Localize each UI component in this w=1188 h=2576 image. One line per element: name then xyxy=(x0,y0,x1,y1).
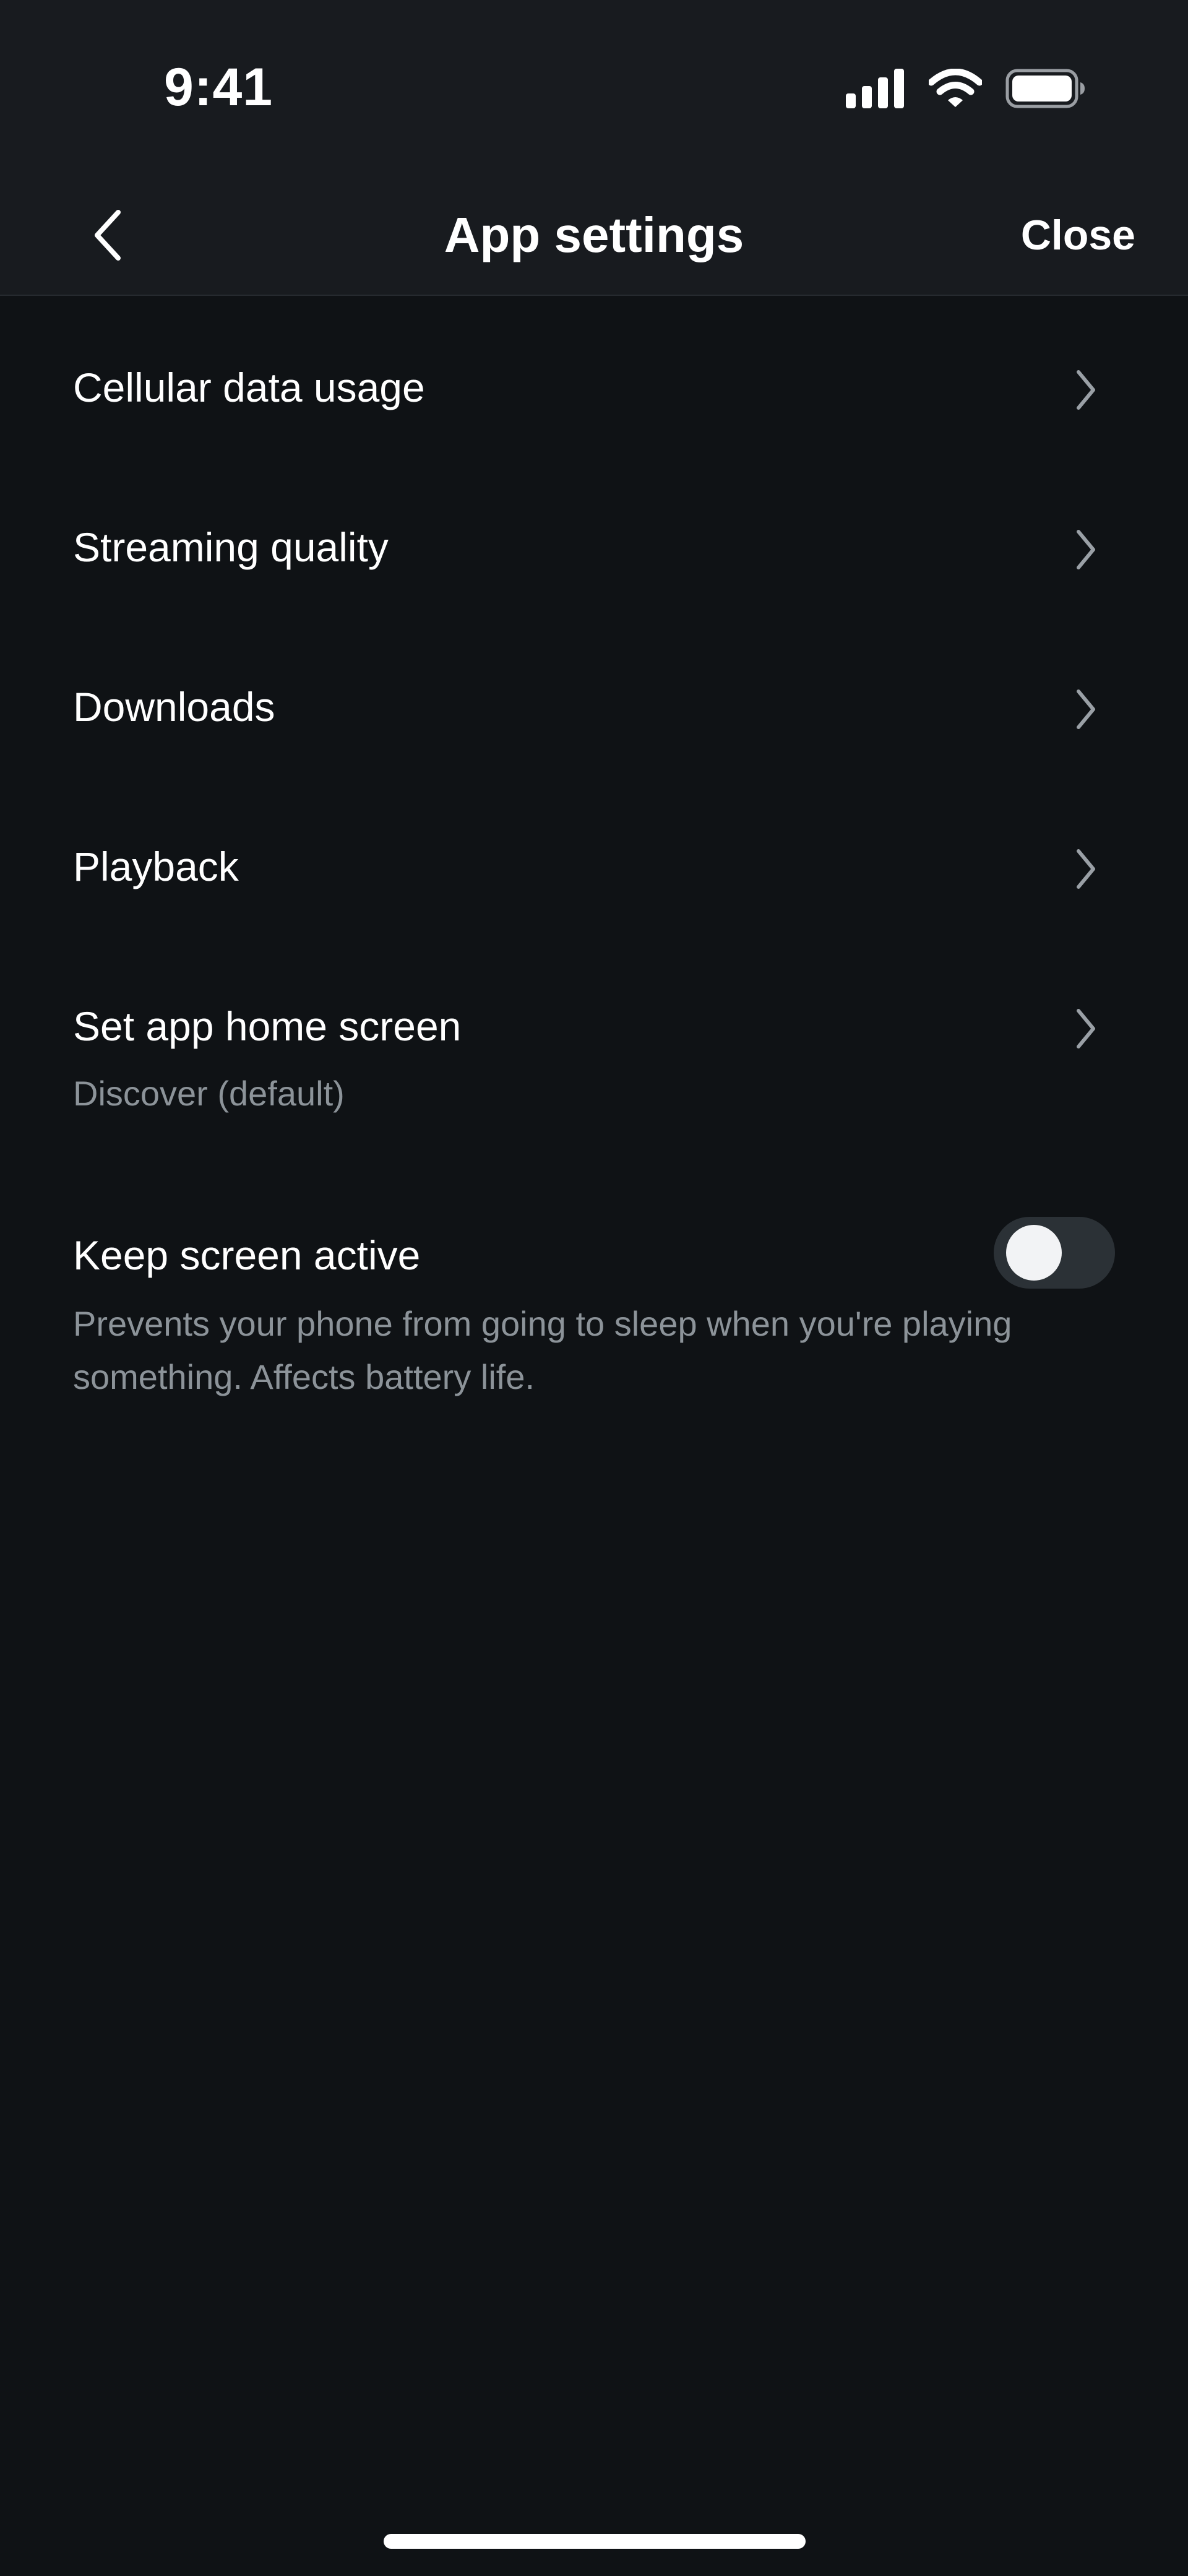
wifi-icon xyxy=(929,69,982,107)
cellular-signal-icon xyxy=(846,69,904,108)
setting-label: Downloads xyxy=(73,684,275,730)
page-title: App settings xyxy=(444,207,744,262)
chevron-right-icon xyxy=(1067,365,1104,415)
setting-row-downloads[interactable]: Downloads xyxy=(0,683,1188,795)
setting-label: Playback xyxy=(73,844,239,889)
setting-label: Set app home screen xyxy=(73,1003,462,1049)
home-indicator xyxy=(384,2534,806,2549)
chevron-right-icon xyxy=(1067,685,1104,734)
chevron-right-icon xyxy=(1067,1004,1104,1053)
chevron-right-icon xyxy=(1067,844,1104,894)
status-icons xyxy=(846,67,1086,110)
status-time: 9:41 xyxy=(164,58,273,117)
battery-icon xyxy=(1005,69,1085,108)
setting-sublabel: Discover (default) xyxy=(73,1074,345,1113)
setting-description: Prevents your phone from going to sleep … xyxy=(73,1304,1012,1396)
status-bar: 9:41 xyxy=(0,0,1188,176)
setting-row-playback[interactable]: Playback xyxy=(0,843,1188,954)
setting-row-keep-screen-active: Keep screen active Prevents your phone f… xyxy=(0,1217,1188,1430)
app-settings-screen: 9:41 App settings Close Cellular data us… xyxy=(0,0,1188,2576)
toggle-knob xyxy=(1006,1225,1062,1281)
setting-label: Cellular data usage xyxy=(73,365,425,410)
keep-screen-active-toggle[interactable] xyxy=(994,1217,1115,1289)
close-button[interactable]: Close xyxy=(1021,201,1135,269)
setting-row-cellular-data-usage[interactable]: Cellular data usage xyxy=(0,364,1188,475)
setting-label: Keep screen active xyxy=(73,1232,421,1278)
setting-row-set-app-home-screen[interactable]: Set app home screen Discover (default) xyxy=(0,1003,1188,1151)
setting-row-streaming-quality[interactable]: Streaming quality xyxy=(0,524,1188,635)
header: App settings Close xyxy=(0,176,1188,296)
chevron-right-icon xyxy=(1067,525,1104,574)
setting-label: Streaming quality xyxy=(73,524,389,570)
